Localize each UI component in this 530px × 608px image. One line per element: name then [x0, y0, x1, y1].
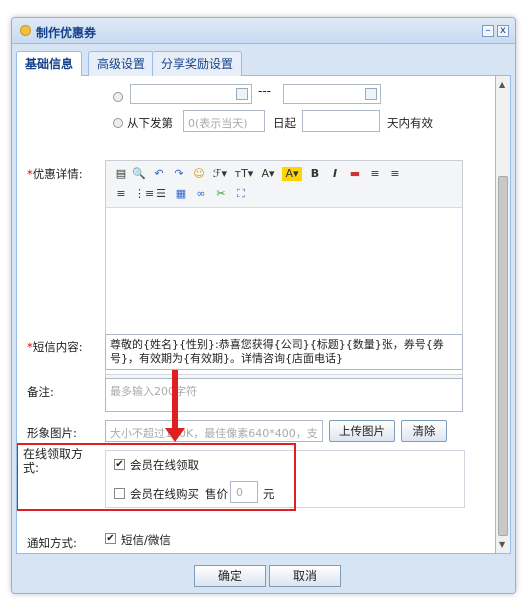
cancel-button[interactable]: 取消	[269, 565, 341, 587]
scrollbar-thumb[interactable]	[498, 176, 508, 536]
image-label: 形象图片:	[27, 426, 77, 440]
align-left-icon[interactable]: ≡	[368, 167, 382, 181]
validity-range-radio[interactable]	[113, 92, 123, 102]
coupon-dialog: 制作优惠券 – x 基础信息 高级设置 分享奖励设置 --- 从下发第 0(表示…	[11, 17, 516, 594]
bold-icon[interactable]: B	[308, 167, 322, 181]
start-day-placeholder: 0(表示当天)	[188, 117, 248, 130]
clear-image-button[interactable]: 清除	[401, 420, 447, 442]
sms-label-text: 短信内容:	[32, 340, 83, 354]
italic-icon[interactable]: I	[328, 167, 342, 181]
highlight-color-icon[interactable]: A▾	[282, 167, 302, 181]
align-right-icon[interactable]: ≡	[114, 187, 128, 201]
scroll-up-arrow-icon[interactable]: ▲	[499, 80, 505, 89]
arrow-shaft	[172, 370, 178, 430]
notify-sms-wechat-checkbox[interactable]: ✔	[105, 533, 116, 544]
tab-basic-info[interactable]: 基础信息	[16, 51, 83, 77]
font-color-icon[interactable]: A▾	[258, 167, 278, 181]
title-bar[interactable]: 制作优惠券 – x	[12, 18, 515, 44]
day-start-label: 日起	[273, 116, 296, 130]
details-label-text: 优惠详情:	[32, 167, 83, 181]
ordered-list-icon[interactable]: ⋮≡	[134, 187, 154, 201]
days-valid-label: 天内有效	[387, 116, 433, 130]
remark-textarea[interactable]: 最多输入200字符	[105, 378, 463, 412]
tab-strip: 基础信息 高级设置 分享奖励设置	[16, 48, 511, 77]
confirm-button[interactable]: 确定	[194, 565, 266, 587]
notify-label: 通知方式:	[27, 536, 77, 550]
start-date-input[interactable]	[130, 84, 252, 104]
details-label: *优惠详情:	[27, 166, 83, 182]
window-title: 制作优惠券	[36, 26, 97, 40]
preview-icon[interactable]: 🔍	[132, 167, 146, 181]
unlink-icon[interactable]: ✂	[214, 187, 228, 201]
scroll-down-arrow-icon[interactable]: ▼	[499, 540, 505, 549]
valid-days-input[interactable]	[302, 110, 380, 132]
tab-advanced-settings[interactable]: 高级设置	[88, 51, 155, 76]
emoticon-icon[interactable]: ☺	[192, 167, 206, 181]
image-hint: 大小不超过100K，最佳像素640*400，支	[110, 427, 318, 440]
app-icon	[20, 25, 31, 36]
validity-relative-radio[interactable]	[113, 118, 123, 128]
remark-placeholder: 最多输入200字符	[110, 385, 197, 398]
undo-icon[interactable]: ↶	[152, 167, 166, 181]
end-date-input[interactable]	[283, 84, 381, 104]
fullscreen-icon[interactable]: ⛶	[234, 187, 248, 201]
tab-share-reward-settings[interactable]: 分享奖励设置	[152, 51, 243, 76]
table-icon[interactable]: ▦	[174, 187, 188, 201]
arrow-head	[165, 428, 185, 442]
font-size-icon[interactable]: тT▾	[234, 167, 254, 181]
align-center-icon[interactable]: ≡	[388, 167, 402, 181]
date-range-separator: ---	[258, 84, 271, 98]
calendar-icon[interactable]	[236, 88, 248, 100]
image-path-input[interactable]: 大小不超过100K，最佳像素640*400，支	[105, 420, 323, 442]
remark-label: 备注:	[27, 385, 54, 399]
sms-label: *短信内容:	[27, 339, 83, 355]
vertical-scrollbar[interactable]: ▲ ▼	[496, 76, 511, 554]
highlight-box	[17, 443, 296, 511]
unordered-list-icon[interactable]: ☰	[154, 187, 168, 201]
calendar-icon[interactable]	[365, 88, 377, 100]
format-brush-icon[interactable]: ▬	[348, 167, 362, 181]
font-family-icon[interactable]: ℱ▾	[210, 167, 230, 181]
relative-prefix-label: 从下发第	[127, 116, 173, 130]
start-day-input[interactable]: 0(表示当天)	[183, 110, 265, 132]
source-icon[interactable]: ▤	[114, 167, 128, 181]
upload-image-button[interactable]: 上传图片	[329, 420, 395, 442]
form-content: --- 从下发第 0(表示当天) 日起 天内有效 *优惠详情: ▤ 🔍 ↶ ↷ …	[16, 76, 496, 554]
dialog-footer: 确定 取消	[12, 555, 515, 593]
minimize-button[interactable]: –	[482, 25, 494, 37]
sms-content-textarea[interactable]: 尊敬的{姓名}{性别}:恭喜您获得{公司}{标题}{数量}张，券号{券号}，有效…	[105, 334, 463, 370]
link-icon[interactable]: ∞	[194, 187, 208, 201]
redo-icon[interactable]: ↷	[172, 167, 186, 181]
notify-option-label: 短信/微信	[121, 533, 171, 547]
close-button[interactable]: x	[497, 25, 509, 37]
